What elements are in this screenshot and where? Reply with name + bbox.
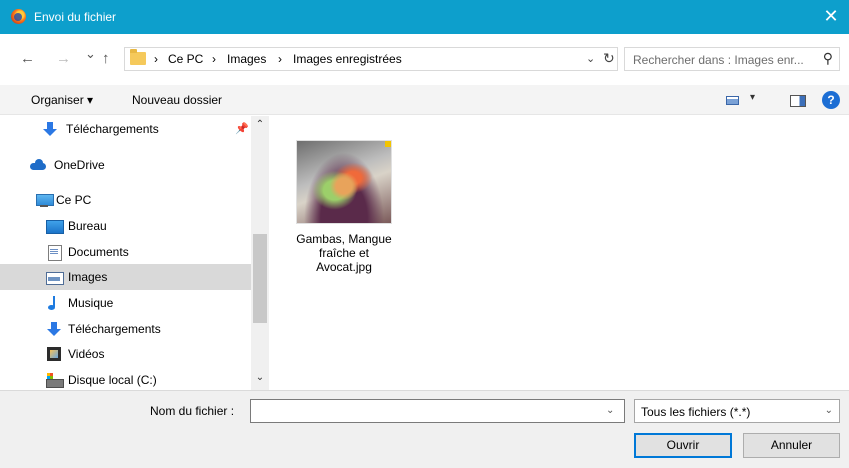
desktop-icon [46, 219, 64, 234]
videos-icon [46, 347, 62, 361]
local-disk-icon [46, 373, 64, 388]
view-icon[interactable] [726, 96, 739, 105]
help-icon[interactable]: ? [822, 91, 840, 109]
breadcrumb-images-enregistrees[interactable]: Images enregistrées [293, 52, 402, 66]
close-button[interactable]: ✕ [813, 0, 849, 34]
sidebar-item-label: Images [68, 270, 108, 284]
command-bar: Organiser ▾ Nouveau dossier ▾ ? [0, 85, 849, 115]
music-icon [46, 296, 62, 310]
forward-button[interactable]: → [56, 50, 71, 67]
pin-icon[interactable]: 📌 [235, 122, 249, 135]
sidebar-item-label: Téléchargements [66, 122, 159, 136]
sidebar-item-onedrive[interactable]: OneDrive [0, 152, 251, 178]
cancel-button[interactable]: Annuler [743, 433, 840, 458]
sidebar-scrollbar[interactable]: ⌃ ⌄ [251, 116, 269, 390]
up-button[interactable]: ↑ [102, 50, 110, 67]
address-dropdown-icon[interactable]: ⌄ [586, 52, 595, 65]
file-type-value: Tous les fichiers (*.*) [641, 405, 751, 419]
file-type-select[interactable]: Tous les fichiers (*.*) ⌄ [634, 399, 840, 423]
file-list: Gambas, Mangue fraîche et Avocat.jpg [270, 116, 849, 390]
scroll-thumb[interactable] [253, 234, 267, 323]
back-button[interactable]: ← [20, 50, 35, 67]
refresh-icon[interactable]: ↻ [603, 50, 615, 67]
address-bar[interactable]: › Ce PC › Images › Images enregistrées ⌄… [124, 47, 618, 71]
breadcrumb-separator: › [278, 52, 282, 66]
file-name: Gambas, Mangue fraîche et Avocat.jpg [296, 232, 392, 274]
sidebar-item-documents[interactable]: Documents [0, 239, 251, 265]
sidebar-item-videos[interactable]: Vidéos [0, 341, 251, 367]
sidebar-item-label: Musique [68, 296, 114, 310]
dialog-footer: Nom du fichier : ⌄ Tous les fichiers (*.… [0, 390, 849, 468]
title-bar: Envoi du fichier ✕ [0, 0, 849, 34]
preview-pane-icon[interactable] [790, 95, 806, 107]
scroll-down-arrow[interactable]: ⌄ [251, 372, 269, 388]
breadcrumb-separator: › [154, 52, 158, 66]
sidebar-item-bureau[interactable]: Bureau [0, 213, 251, 239]
breadcrumb-separator: › [212, 52, 216, 66]
sidebar-item-label: OneDrive [54, 158, 105, 172]
search-box[interactable]: Rechercher dans : Images enr... ⚲ [624, 47, 840, 71]
filename-input[interactable] [250, 399, 625, 423]
onedrive-icon [30, 158, 46, 172]
image-thumbnail[interactable] [296, 140, 392, 224]
download-icon [46, 322, 62, 336]
navigation-bar: ← → ⌄ ↑ › Ce PC › Images › Images enregi… [0, 34, 849, 85]
recent-locations-button[interactable]: ⌄ [85, 46, 96, 62]
navigation-pane: Téléchargements 📌 OneDrive Ce PC Bureau … [0, 116, 270, 390]
window-title: Envoi du fichier [34, 10, 117, 24]
sidebar-item-images[interactable]: Images [0, 264, 251, 290]
sidebar-item-ce-pc[interactable]: Ce PC [0, 187, 251, 213]
sidebar-item-telechargements[interactable]: Téléchargements [0, 316, 251, 342]
scroll-up-arrow[interactable]: ⌃ [251, 119, 269, 135]
breadcrumb-ce-pc[interactable]: Ce PC [168, 52, 203, 66]
open-button[interactable]: Ouvrir [634, 433, 732, 458]
sidebar-item-label: Bureau [68, 219, 107, 233]
chevron-down-icon: ⌄ [824, 405, 833, 416]
folder-icon [130, 49, 146, 65]
sidebar-item-label: Disque local (C:) [68, 373, 157, 387]
pictures-icon [46, 270, 64, 285]
documents-icon [46, 245, 62, 261]
sidebar-item-label: Ce PC [56, 193, 92, 207]
sidebar-item-label: Documents [68, 245, 129, 259]
sidebar-item-musique[interactable]: Musique [0, 290, 251, 316]
filename-label: Nom du fichier : [150, 404, 235, 418]
filename-dropdown-icon[interactable]: ⌄ [606, 405, 614, 416]
search-placeholder: Rechercher dans : Images enr... [633, 53, 804, 67]
sidebar-item-label: Téléchargements [68, 322, 161, 336]
breadcrumb-images[interactable]: Images [227, 52, 266, 66]
new-folder-button[interactable]: Nouveau dossier [132, 93, 222, 107]
view-dropdown-icon[interactable]: ▾ [750, 92, 755, 103]
firefox-icon [11, 9, 26, 24]
download-icon [42, 122, 58, 136]
this-pc-icon [36, 193, 54, 207]
sidebar-item-telechargements-quick[interactable]: Téléchargements 📌 [0, 116, 251, 142]
sidebar-item-label: Vidéos [68, 347, 105, 361]
file-item[interactable]: Gambas, Mangue fraîche et Avocat.jpg [292, 136, 396, 284]
organize-button[interactable]: Organiser ▾ [31, 93, 93, 107]
search-icon[interactable]: ⚲ [823, 50, 833, 67]
